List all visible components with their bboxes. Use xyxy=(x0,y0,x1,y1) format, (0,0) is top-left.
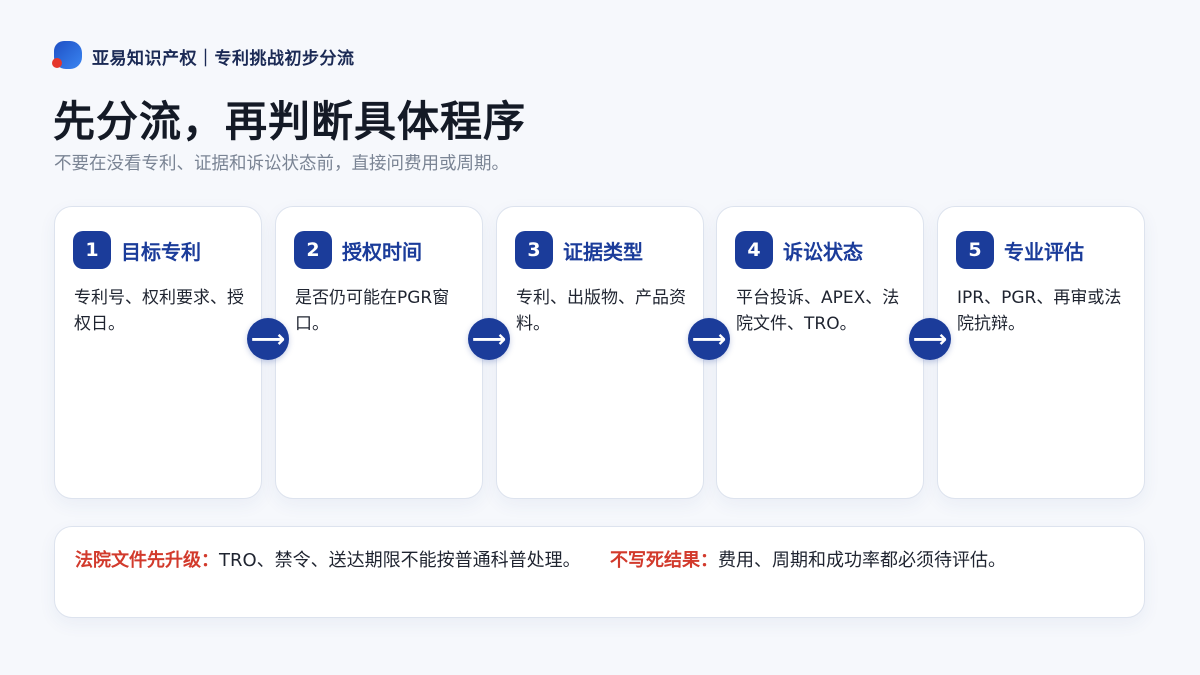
step-title: 授权时间 xyxy=(342,239,422,264)
step-number-badge: 2 xyxy=(294,231,332,269)
step-description: 平台投诉、APEX、法院文件、TRO。 xyxy=(736,288,900,334)
step-card-5: 5 专业评估 IPR、PGR、再审或法院抗辩。 xyxy=(937,206,1145,499)
step-description: 是否仍可能在PGR窗口。 xyxy=(295,288,450,334)
arrow-right-icon: ⟶ xyxy=(909,318,951,360)
notes-panel: 法院文件先升级：TRO、禁令、送达期限不能按普通科普处理。 不写死结果：费用、周… xyxy=(54,526,1145,618)
step-title: 目标专利 xyxy=(121,239,201,264)
step-title: 专业评估 xyxy=(1004,239,1084,264)
brand-logo-icon xyxy=(52,41,82,71)
arrow-right-icon: ⟶ xyxy=(688,318,730,360)
step-title: 证据类型 xyxy=(563,239,643,264)
step-number-badge: 5 xyxy=(956,231,994,269)
step-description: 专利号、权利要求、授权日。 xyxy=(74,288,244,334)
brand-text: 亚易知识产权｜专利挑战初步分流 xyxy=(92,48,355,69)
note-label: 法院文件先升级： xyxy=(75,550,219,571)
court-docs-note: 法院文件先升级：TRO、禁令、送达期限不能按普通科普处理。 xyxy=(75,547,587,574)
note-text: 费用、周期和成功率都必须待评估。 xyxy=(718,550,1006,571)
note-text: TRO、禁令、送达期限不能按普通科普处理。 xyxy=(219,550,581,571)
step-card-1: 1 目标专利 专利号、权利要求、授权日。 xyxy=(54,206,262,499)
arrow-right-icon: ⟶ xyxy=(468,318,510,360)
page-subtitle: 不要在没看专利、证据和诉讼状态前，直接问费用或周期。 xyxy=(54,154,509,174)
note-label: 不写死结果： xyxy=(610,550,718,571)
results-note: 不写死结果：费用、周期和成功率都必须待评估。 xyxy=(610,547,1130,574)
step-number-badge: 3 xyxy=(515,231,553,269)
step-card-4: 4 诉讼状态 平台投诉、APEX、法院文件、TRO。 xyxy=(716,206,924,499)
arrow-right-icon: ⟶ xyxy=(247,318,289,360)
page-title: 先分流，再判断具体程序 xyxy=(53,97,527,146)
step-description: IPR、PGR、再审或法院抗辩。 xyxy=(957,288,1122,334)
step-number-badge: 4 xyxy=(735,231,773,269)
step-card-3: 3 证据类型 专利、出版物、产品资料。 xyxy=(496,206,704,499)
step-card-2: 2 授权时间 是否仍可能在PGR窗口。 xyxy=(275,206,483,499)
step-description: 专利、出版物、产品资料。 xyxy=(516,288,686,334)
brand-header: 亚易知识产权｜专利挑战初步分流 xyxy=(52,41,355,71)
step-number-badge: 1 xyxy=(73,231,111,269)
step-title: 诉讼状态 xyxy=(783,239,863,264)
